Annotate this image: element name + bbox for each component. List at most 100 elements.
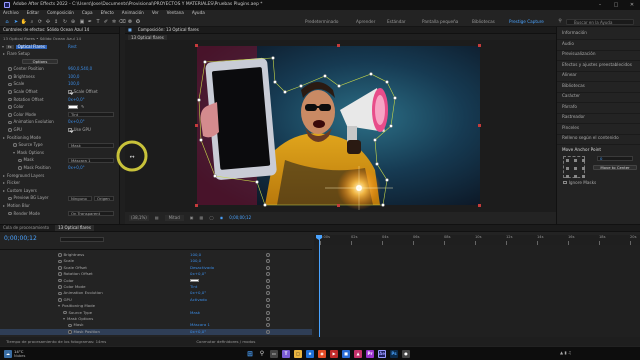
lock-icon[interactable]: ■ [128,28,132,32]
tl-value-mask[interactable]: Máscara 1 [190,323,210,327]
stopwatch-icon[interactable] [58,266,62,270]
workspace-predeterminado[interactable]: Predeterminado [305,19,338,24]
clone-tool-icon[interactable]: ✲ [111,19,117,25]
anchor-grid-dot[interactable] [574,158,577,162]
task-view-icon[interactable]: ▭ [270,350,278,358]
tab-composition[interactable]: Composición: 13 Optical flares [138,28,199,32]
menu-capa[interactable]: Capa [82,11,93,15]
anchor-grid-dot[interactable] [582,166,585,170]
color-swatch[interactable] [68,105,78,110]
stopwatch-icon[interactable] [58,278,62,283]
link-icon[interactable] [266,285,270,289]
stopwatch-icon[interactable] [18,158,22,163]
link-icon[interactable] [266,304,270,309]
tl-row-mask[interactable]: Mask Máscara 1 [0,322,312,328]
expand-icon[interactable] [3,53,5,55]
expand-icon[interactable] [3,174,5,177]
zoom-tool-icon[interactable]: ⌕ [29,19,35,25]
link-icon[interactable] [266,310,270,315]
photoshop-icon[interactable]: Ps [390,350,398,358]
roto-tool-icon[interactable]: ❁ [127,19,133,25]
workspace-aprender[interactable]: Aprender [356,19,375,24]
checkbox-icon[interactable] [68,128,72,132]
rp-panel-car-cter[interactable]: Carácter [562,93,580,98]
comp-image[interactable] [125,40,556,212]
stopwatch-icon[interactable] [8,82,12,87]
transparency-grid-icon[interactable]: ▩ [200,216,204,220]
ignore-masks-checkbox[interactable]: Ignore Masks [563,180,596,185]
region-icon[interactable]: ▣ [190,216,194,220]
tab-render-queue[interactable]: Cola de procesamiento [3,226,49,230]
playhead[interactable] [319,235,320,337]
menu-ver[interactable]: Ver [152,11,159,15]
app-icon-pink[interactable]: ▲ [354,350,362,358]
link-icon[interactable] [266,272,270,277]
anchor-tool-icon[interactable]: ⊕ [70,19,76,25]
stopwatch-icon[interactable] [58,291,62,296]
options-button[interactable]: Options [22,59,58,65]
timeline-tracks[interactable] [314,245,640,337]
file-explorer-icon[interactable]: □ [294,350,302,358]
anchor-grid-dot[interactable] [574,166,577,170]
tl-value-scale-offset[interactable]: Desactivado [190,265,214,270]
chrome-icon[interactable]: ◉ [318,350,326,358]
expand-icon[interactable] [3,136,5,139]
link-icon[interactable] [266,297,270,302]
link-icon[interactable] [266,253,270,257]
selection-tool-icon[interactable]: ➤ [13,19,19,25]
stopwatch-icon[interactable] [8,196,12,201]
pen-tool-icon[interactable]: ✒ [87,19,93,25]
anchor-offset-field[interactable]: 0 [597,155,633,161]
stopwatch-icon[interactable] [68,323,72,328]
expand-icon[interactable] [3,182,5,185]
rp-panel-relleno-seg-n-el-contenido[interactable]: Relleno según el contenido [562,135,619,140]
tl-row-animation-evolution[interactable]: Animation Evolution 0x+0,0° [0,290,312,296]
anchor-grid-dot[interactable] [582,158,585,162]
ec-dropdown-color-mode[interactable]: Tint [68,112,114,118]
link-icon[interactable] [266,317,270,321]
link-icon[interactable] [266,265,270,270]
stopwatch-icon[interactable] [8,105,12,109]
stopwatch-icon[interactable] [63,310,67,315]
taskbar-search-icon[interactable]: ⚲ [258,350,266,358]
tab-effect-controls[interactable]: Controles de efectos: Sólido Ocean Azul … [3,28,89,32]
anchor-grid-dot[interactable] [566,158,569,162]
menu-ayuda[interactable]: Ayuda [192,11,205,15]
stopwatch-icon[interactable] [58,272,62,276]
tl-row-source-type[interactable]: Source Type Mask [0,310,312,316]
brush-tool-icon[interactable]: ✐ [103,19,109,25]
stopwatch-icon[interactable] [8,75,12,79]
home-icon[interactable]: ⌂ [4,19,10,25]
stopwatch-icon[interactable] [58,298,62,302]
premiere-icon[interactable]: Pr [366,350,374,358]
maximize-icon[interactable]: □ [608,0,624,10]
ec-value-scale[interactable]: 100,0 [68,82,79,86]
tl-row-mask-position[interactable]: Mask Position 0x+0,0° [0,328,312,335]
tl-value-scale[interactable]: 100,0 [190,259,201,263]
ec-value-brightness[interactable]: 100,0 [68,74,79,79]
expand-icon[interactable] [3,189,5,192]
stopwatch-icon[interactable] [58,259,62,264]
anchor-grid-dot[interactable] [574,174,577,178]
time-ruler[interactable]: 0:00s 02s 04s 06s 08s 10s 12s 14s 16s 18s 20s [314,235,640,245]
puppet-tool-icon[interactable]: ✪ [135,19,141,25]
resolution-dropdown[interactable]: Mitad [164,215,184,221]
pan-tool-icon[interactable]: ✣ [45,19,51,25]
text-tool-icon[interactable]: T [95,19,101,25]
tl-color-swatch[interactable] [190,278,199,283]
fx-badge[interactable]: fx [6,45,14,49]
tl-row-mask-options[interactable]: Mask Options [0,316,312,322]
link-icon[interactable] [266,259,270,264]
stopwatch-icon[interactable] [18,166,22,170]
tl-value-color-mode[interactable]: Tint [190,285,197,289]
composition-viewer[interactable] [125,40,556,212]
link-icon[interactable] [266,291,270,296]
hand-tool-icon[interactable]: ✋ [21,19,27,25]
stopwatch-icon[interactable] [58,253,62,257]
rp-panel-audio[interactable]: Audio [562,41,574,46]
effect-reset-link[interactable]: Rest [68,45,77,49]
orbit-tool-icon[interactable]: ⟳ [37,19,43,25]
anchor-grid-dot[interactable] [582,174,585,178]
stopwatch-icon[interactable] [8,90,12,94]
tl-row-scale[interactable]: Scale 100,0 [0,258,312,264]
